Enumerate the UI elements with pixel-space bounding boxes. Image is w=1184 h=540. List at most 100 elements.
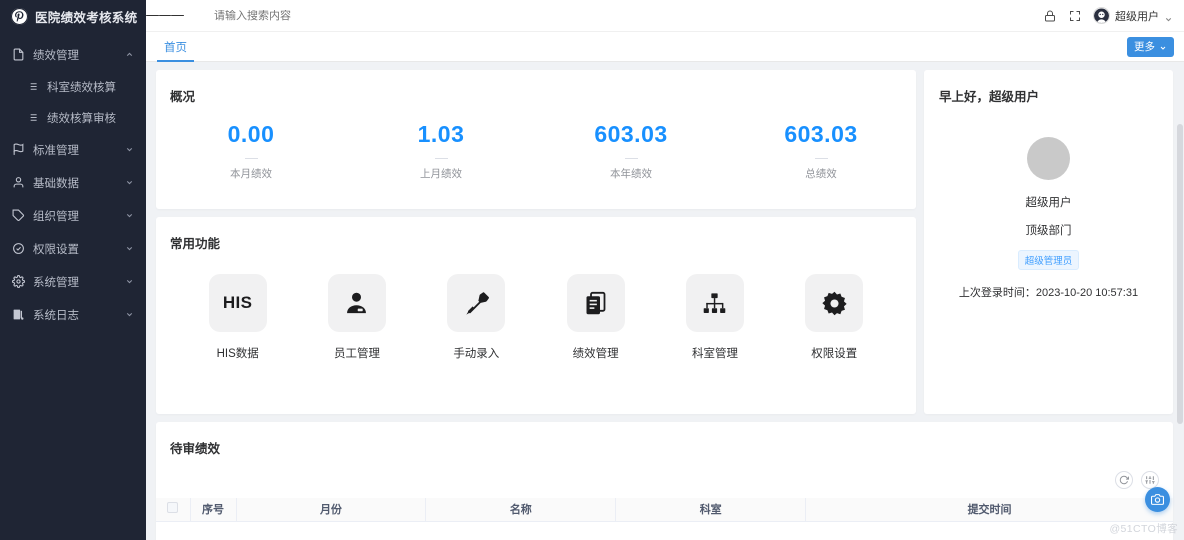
func-performance-management[interactable]: 绩效管理: [536, 274, 655, 361]
stat-item: 603.03 本年绩效: [536, 121, 726, 181]
sidebar-item-org-management[interactable]: 组织管理: [0, 199, 146, 232]
common-functions-card: 常用功能 HIS HIS数据 员工管理 手动录入 绩效管理 科室管理 权限设置: [156, 217, 916, 414]
stat-divider: [434, 158, 448, 159]
column-header-month[interactable]: 月份: [236, 498, 427, 522]
func-his-data[interactable]: HIS HIS数据: [178, 274, 297, 361]
table-row: [156, 521, 1173, 540]
tabbar: 首页 更多: [146, 32, 1184, 62]
sidebar-menu: 绩效管理 科室绩效核算 绩效核算审核 标准管理 基础数据 组织管理 权限设置 系…: [0, 38, 146, 331]
tab-label: 首页: [164, 41, 187, 54]
select-all-header[interactable]: [156, 498, 191, 522]
column-header-name[interactable]: 名称: [425, 498, 617, 522]
sidebar-subitem-label: 绩效核算审核: [47, 112, 116, 125]
func-label: 权限设置: [811, 348, 858, 360]
table-header-row: 序号 月份 名称 科室 提交时间: [156, 498, 1173, 522]
user-profile: 超级用户 顶级部门 超级管理员 上次登录时间：2023-10-20 10:57:…: [924, 105, 1173, 414]
camera-icon[interactable]: [1145, 487, 1170, 512]
top-row: 概况 0.00 本月绩效 1.03 上月绩效 603.03 本年绩效 603.0…: [156, 70, 1173, 414]
user-department: 顶级部门: [1025, 225, 1072, 237]
topbar: 超级用户: [146, 0, 1184, 32]
fountain-pen-icon: [447, 274, 506, 332]
sidebar-item-label: 系统管理: [33, 276, 79, 289]
column-header-index[interactable]: 序号: [190, 498, 237, 522]
func-label: 绩效管理: [572, 348, 619, 360]
sidebar-item-permission-settings[interactable]: 权限设置: [0, 232, 146, 265]
chevron-down-icon: [1159, 43, 1167, 51]
more-button[interactable]: 更多: [1127, 36, 1174, 57]
sidebar-item-basic-data[interactable]: 基础数据: [0, 166, 146, 199]
search-input[interactable]: [214, 9, 1043, 22]
column-header-submit-time[interactable]: 提交时间: [805, 498, 1173, 522]
user-greeting-card: 早上好，超级用户 超级用户 顶级部门 超级管理员 上次登录时间：2023-10-…: [924, 70, 1173, 414]
list-icon: [26, 112, 38, 124]
chevron-down-icon: [124, 244, 134, 254]
sidebar-logo[interactable]: 医院绩效考核系统: [0, 0, 146, 32]
file-icon: [12, 48, 25, 61]
func-label: 科室管理: [691, 348, 738, 360]
content-area: 概况 0.00 本月绩效 1.03 上月绩效 603.03 本年绩效 603.0…: [146, 62, 1184, 540]
chevron-down-icon: [124, 211, 134, 221]
shield-check-icon: [12, 242, 25, 255]
sidebar: 医院绩效考核系统 绩效管理 科室绩效核算 绩效核算审核 标准管理 基础数据 组织…: [0, 0, 146, 540]
select-all-checkbox[interactable]: [167, 502, 179, 514]
func-employee-management[interactable]: 员工管理: [297, 274, 416, 361]
flag-icon: [12, 143, 25, 156]
last-login-text: 上次登录时间：2023-10-20 10:57:31: [958, 287, 1139, 299]
tab-home[interactable]: 首页: [154, 32, 197, 62]
chevron-down-icon: [124, 277, 134, 287]
sidebar-item-system-management[interactable]: 系统管理: [0, 265, 146, 298]
func-manual-entry[interactable]: 手动录入: [417, 274, 536, 361]
lock-icon[interactable]: [1043, 9, 1056, 22]
stat-item: 1.03 上月绩效: [346, 121, 536, 181]
scrollbar[interactable]: [1176, 124, 1184, 540]
user-icon: [12, 176, 25, 189]
fullscreen-icon[interactable]: [1068, 9, 1081, 22]
log-book-icon: [12, 308, 25, 321]
pinterest-logo-icon: [11, 7, 28, 25]
sidebar-subitem-performance-audit[interactable]: 绩效核算审核: [0, 102, 146, 133]
sidebar-subitem-dept-performance[interactable]: 科室绩效核算: [0, 71, 146, 102]
more-button-label: 更多: [1134, 41, 1155, 53]
pending-title: 待审绩效: [170, 442, 221, 456]
func-permission-settings[interactable]: 权限设置: [775, 274, 894, 361]
overview-card: 概况 0.00 本月绩效 1.03 上月绩效 603.03 本年绩效 603.0…: [156, 70, 916, 209]
stat-divider: [814, 158, 828, 159]
user-avatar: [1027, 137, 1070, 180]
overview-title: 概况: [170, 90, 196, 104]
his-text-icon: HIS: [208, 274, 267, 332]
hamburger-icon[interactable]: [146, 0, 185, 32]
topbar-actions: 超级用户: [1043, 7, 1184, 24]
avatar: [1093, 7, 1110, 24]
user-menu[interactable]: 超级用户: [1093, 7, 1173, 24]
stat-value: 1.03: [417, 121, 465, 147]
sidebar-item-performance-management[interactable]: 绩效管理: [0, 38, 146, 71]
chevron-down-icon: [124, 145, 134, 155]
common-functions-title: 常用功能: [170, 237, 221, 251]
sidebar-item-label: 系统日志: [33, 309, 79, 322]
stat-label: 总绩效: [805, 168, 837, 180]
pending-performance-card: 待审绩效 序号 月份 名称 科室 提交时间: [156, 422, 1173, 540]
column-header-department[interactable]: 科室: [615, 498, 807, 522]
role-badge: 超级管理员: [1017, 250, 1080, 270]
func-department-management[interactable]: 科室管理: [655, 274, 774, 361]
stat-label: 上月绩效: [420, 168, 462, 180]
sidebar-item-standard-management[interactable]: 标准管理: [0, 133, 146, 166]
greeting-text: 早上好，超级用户: [939, 90, 1040, 104]
sitemap-icon: [685, 274, 744, 332]
tag-icon: [12, 209, 25, 222]
user-name: 超级用户: [1025, 197, 1072, 209]
func-label: 员工管理: [333, 348, 380, 360]
chevron-up-icon: [124, 50, 134, 60]
refresh-icon[interactable]: [1115, 471, 1133, 489]
sidebar-logo-title: 医院绩效考核系统: [35, 10, 138, 25]
app-root: 医院绩效考核系统 绩效管理 科室绩效核算 绩效核算审核 标准管理 基础数据 组织…: [0, 0, 1184, 540]
stat-value: 603.03: [594, 121, 668, 147]
scrollbar-thumb[interactable]: [1177, 124, 1183, 424]
gear-icon: [12, 275, 25, 288]
sidebar-item-system-log[interactable]: 系统日志: [0, 298, 146, 331]
sidebar-item-label: 组织管理: [33, 210, 79, 223]
stat-label: 本月绩效: [230, 168, 272, 180]
func-label: HIS数据: [216, 348, 259, 360]
stat-value: 0.00: [227, 121, 275, 147]
sidebar-item-label: 基础数据: [33, 177, 79, 190]
